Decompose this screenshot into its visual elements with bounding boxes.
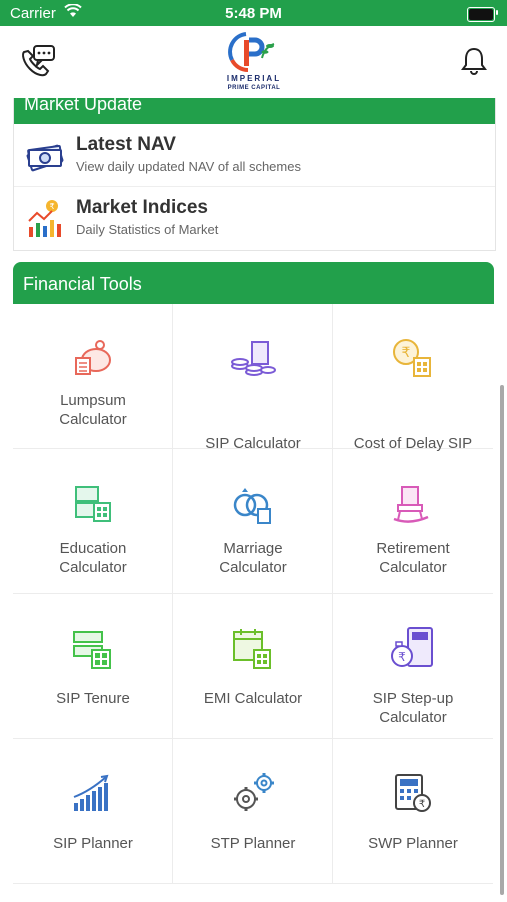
gears-icon <box>228 769 278 819</box>
svg-text:₹: ₹ <box>49 202 54 211</box>
tool-retirement-calculator[interactable]: Retirement Calculator <box>333 449 493 594</box>
tool-sip-planner[interactable]: SIP Planner <box>13 739 173 884</box>
logo-text-prime-capital: PRIME CAPITAL <box>227 85 281 91</box>
tool-stp-planner[interactable]: STP Planner <box>173 739 333 884</box>
latest-nav-subtitle: View daily updated NAV of all schemes <box>76 159 301 174</box>
battery-tip <box>496 10 498 15</box>
tool-label: SIP Step-up Calculator <box>372 690 454 726</box>
rocking-chair-icon <box>388 479 438 529</box>
chart-icon: ₹ <box>26 199 62 244</box>
tool-label: STP Planner <box>210 835 296 852</box>
market-update-header: Market Update <box>14 95 495 124</box>
tool-lumpsum-calculator[interactable]: Lumpsum Calculator <box>13 304 173 449</box>
tool-label: SIP Planner <box>53 835 133 852</box>
tool-emi-calculator[interactable]: EMI Calculator <box>173 594 333 739</box>
app-logo: IMPERIAL PRIME CAPITAL <box>218 30 290 96</box>
tool-swp-planner[interactable]: ₹ SWP Planner <box>333 739 493 884</box>
financial-tools-card: Financial Tools Lumpsum Calculator SIP C… <box>13 262 494 902</box>
swp-calculator-icon: ₹ <box>388 769 438 819</box>
rings-icon <box>228 479 278 529</box>
tool-label: EMI Calculator <box>203 690 303 707</box>
tool-label: Retirement Calculator <box>376 540 450 576</box>
svg-text:₹: ₹ <box>419 799 425 810</box>
tenure-icon <box>68 624 118 674</box>
emi-calendar-icon <box>228 624 278 674</box>
market-indices-row[interactable]: ₹ Market Indices Daily Statistics of Mar… <box>14 187 495 249</box>
clock: 5:48 PM <box>225 5 282 22</box>
notification-bell-icon[interactable] <box>461 46 487 81</box>
step-up-icon: ₹ <box>388 624 438 674</box>
rupee-calculator-icon: ₹ <box>388 334 438 384</box>
piggy-bank-icon <box>68 334 118 384</box>
market-update-card: Market Update Latest NAV View daily upda… <box>13 95 496 251</box>
education-icon <box>68 479 118 529</box>
tool-education-calculator[interactable]: Education Calculator <box>13 449 173 594</box>
svg-text:₹: ₹ <box>398 650 406 664</box>
market-indices-subtitle: Daily Statistics of Market <box>76 222 219 237</box>
tool-sip-step-up-calculator[interactable]: ₹ SIP Step-up Calculator <box>333 594 493 739</box>
tool-marriage-calculator[interactable]: Marriage Calculator <box>173 449 333 594</box>
market-indices-title: Market Indices <box>76 197 208 218</box>
tool-label: Lumpsum Calculator <box>59 392 127 428</box>
top-navigation-bar: IMPERIAL PRIME CAPITAL <box>0 26 507 98</box>
tool-cost-of-delay-sip[interactable]: ₹ Cost of Delay SIP <box>333 304 493 452</box>
tool-label: SWP Planner <box>368 835 458 852</box>
latest-nav-title: Latest NAV <box>76 134 176 155</box>
vertical-scrollbar[interactable] <box>500 385 504 895</box>
financial-tools-header: Financial Tools <box>13 262 494 304</box>
tool-label: Marriage Calculator <box>219 540 287 576</box>
svg-text:₹: ₹ <box>402 345 411 361</box>
logo-mark <box>228 32 275 72</box>
call-chat-icon[interactable] <box>18 44 56 83</box>
tool-label: SIP Tenure <box>56 690 130 707</box>
coins-icon <box>228 334 278 384</box>
tool-sip-tenure[interactable]: SIP Tenure <box>13 594 173 739</box>
latest-nav-row[interactable]: Latest NAV View daily updated NAV of all… <box>14 124 495 187</box>
bar-growth-icon <box>68 769 118 819</box>
battery-icon <box>467 7 495 22</box>
money-icon <box>26 136 64 177</box>
logo-text-imperial: IMPERIAL <box>226 74 282 83</box>
status-bar: Carrier 5:48 PM <box>0 0 507 26</box>
tool-label: Education Calculator <box>59 540 127 576</box>
tool-sip-calculator[interactable]: SIP Calculator <box>173 304 333 452</box>
